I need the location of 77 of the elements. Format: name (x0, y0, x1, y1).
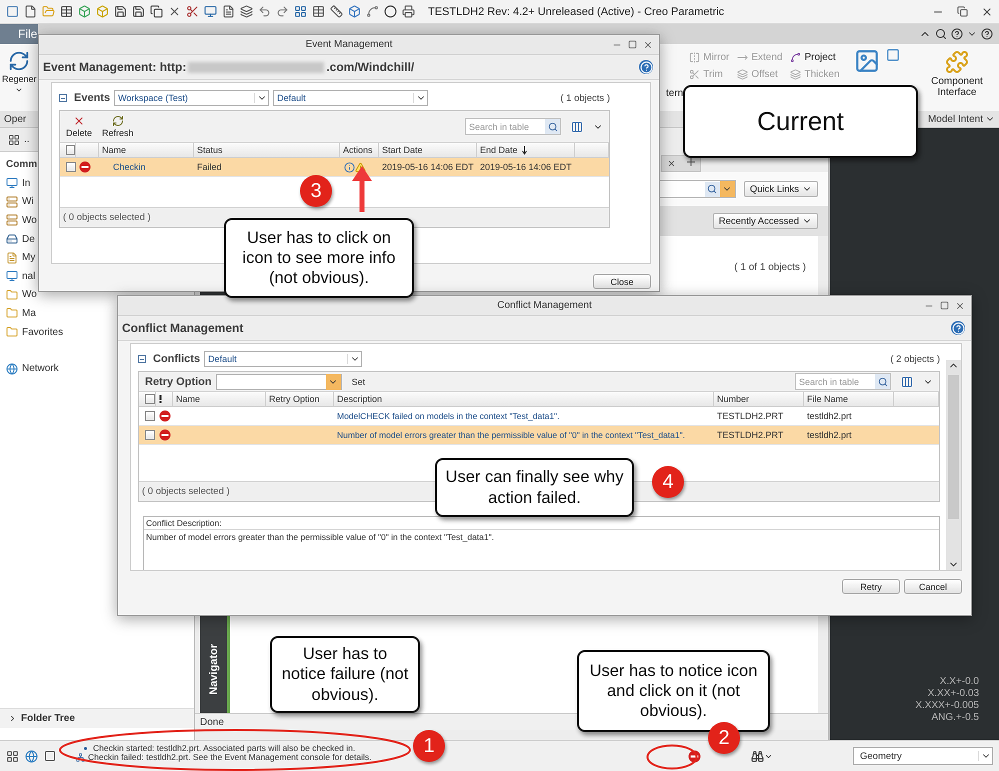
sidebar-item[interactable]: nal (0, 266, 36, 286)
table-cell-text: ModelCHECK failed on models in the context "Test_data1". (336, 411, 560, 421)
info-message: Checkin started: testldh2.prt. Associated parts will also be checked in. (76, 744, 372, 753)
sidebar-item[interactable]: My (0, 248, 36, 267)
tolerance-text: X.XXX+-0.005 (915, 700, 979, 712)
sidebar-item[interactable]: Ma (0, 304, 36, 323)
callout: User has to click on icon to see more info (not obvious). (224, 218, 414, 298)
regenerate-button[interactable]: Regener (2, 48, 37, 96)
description-text: Number of model errors greater than the permissible value of "0" in the context "Test_data1". (145, 531, 495, 544)
page-heading: Conflict Management (122, 321, 244, 335)
table-cell-text: testldh2.prt (806, 430, 853, 440)
set-button[interactable]: Set (352, 376, 366, 386)
button-label: tern (666, 88, 684, 99)
table-cell-text: Number of model errors greater than the permissible value of "0" in the context "Test_data1". (336, 430, 686, 440)
filter-select[interactable]: Geometry (853, 747, 993, 765)
object-count: ( 1 objects ) (560, 92, 610, 104)
table-row[interactable]: Number of model errors greater than the permissible value of "0" in the context "Test_data1". TESTLDH2.PRT testldh2.prt (139, 426, 939, 445)
column-header[interactable]: Start Date (379, 143, 477, 157)
sidebar-item[interactable]: Wo (0, 211, 37, 230)
column-header[interactable]: Description (334, 392, 714, 406)
close-button[interactable]: Close (593, 274, 651, 289)
filter-select[interactable]: Default (273, 90, 428, 106)
sidebar-item[interactable]: Favorites (0, 322, 64, 342)
toolbar-label: .. (24, 134, 30, 145)
view-select[interactable]: Workspace (Test) (114, 90, 270, 106)
column-header[interactable]: Status (194, 143, 340, 157)
tolerance-text: X.XX+-0.03 (928, 688, 979, 700)
page-heading: .com/Windchill/ (326, 60, 414, 74)
object-count: ( 2 objects ) (890, 354, 940, 364)
callout: User has to notice failure (not obvious). (270, 636, 420, 713)
column-header[interactable]: Name (99, 143, 194, 157)
recently-accessed-button[interactable]: Recently Accessed (712, 213, 818, 229)
sidebar-item[interactable]: Wi (0, 192, 34, 212)
component-interface-button[interactable]: Component Interface (924, 48, 990, 100)
cancel-button[interactable]: Cancel (904, 579, 962, 594)
table-cell-text: 2019-05-16 14:06 EDT (381, 162, 475, 172)
section-header: Comm (5, 158, 38, 172)
tolerance-text: ANG.+-0.5 (931, 712, 979, 724)
app-title: TESTLDH2 Rev: 4.2+ Unreleased (Active) - Creo Parametric (428, 6, 724, 18)
table-cell-text: TESTLDH2.PRT (716, 430, 784, 440)
table-cell-text: Checkin (112, 162, 147, 172)
field-label: Retry Option (145, 376, 212, 388)
page-heading: Event Management: http: (43, 60, 186, 74)
column-header[interactable]: Retry Option (266, 392, 334, 406)
sidebar-item[interactable]: De (0, 230, 35, 248)
sidebar-item[interactable]: Network (0, 359, 59, 378)
tool-button[interactable]: Project (790, 52, 840, 63)
group-label: Oper (0, 111, 40, 127)
group-label: Model Intent (920, 111, 999, 127)
panel-title: Conflicts (153, 353, 200, 365)
file-tab[interactable]: File (0, 24, 38, 44)
retry-button[interactable]: Retry (842, 579, 900, 594)
table-cell-text: Failed (196, 162, 223, 172)
panel-title: Events (74, 92, 110, 104)
window-title: Conflict Management (497, 300, 592, 311)
window-title: Event Management (306, 39, 392, 50)
table-cell-text: 2019-05-16 14:06 EDT (479, 162, 573, 172)
column-header[interactable]: Actions (340, 143, 379, 157)
sidebar-item[interactable]: In (0, 174, 30, 193)
table-row[interactable]: Checkin Failed 2019-05-16 14:06 EDT 2019-05-16 14:06 EDT (60, 158, 609, 177)
error-message: Checkin failed: testldh2.prt. See the Event Management console for details. (76, 753, 372, 762)
column-header[interactable]: Number (714, 392, 804, 406)
column-header[interactable]: File Name (804, 392, 894, 406)
object-count: ( 1 of 1 objects ) (734, 262, 806, 273)
filter-select[interactable]: Default (204, 351, 362, 367)
column-header[interactable]: End Date (477, 143, 575, 157)
table-cell-text: TESTLDH2.PRT (716, 411, 784, 421)
column-header[interactable]: Name (173, 392, 266, 406)
callout: User can finally see why action failed. (435, 458, 634, 517)
delete-button[interactable]: Delete (66, 115, 92, 138)
refresh-button[interactable]: Refresh (102, 115, 134, 138)
quick-links-button[interactable]: Quick Links (744, 181, 818, 197)
table-cell-text: testldh2.prt (806, 411, 853, 421)
callout: Current (683, 85, 918, 158)
tolerance-text: X.X+-0.0 (940, 676, 979, 688)
sidebar-item[interactable]: Wo (0, 286, 37, 304)
folder-tree-toggle[interactable]: Folder Tree (0, 708, 194, 728)
